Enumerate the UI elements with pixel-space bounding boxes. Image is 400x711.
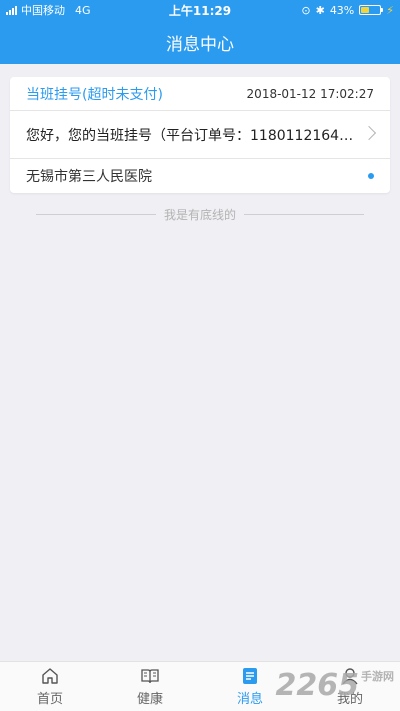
book-icon: [141, 669, 159, 684]
unread-dot-icon: [368, 173, 374, 179]
battery-percent: 43%: [329, 3, 355, 17]
tab-health[interactable]: 健康: [100, 662, 200, 711]
page-title: 消息中心: [166, 34, 234, 55]
message-card[interactable]: 当班挂号(超时未支付) 2018-01-12 17:02:27 您好，您的当班挂…: [10, 77, 390, 193]
rotation-lock-icon: ⊙: [301, 3, 311, 17]
watermark-logo: 2265 手游网: [276, 668, 395, 703]
watermark-site: 手游网: [361, 670, 394, 683]
message-title: 当班挂号(超时未支付): [26, 86, 163, 103]
status-left: 中国移动 4G: [6, 2, 156, 18]
status-bar: 中国移动 4G 上午11:29 ⊙ ✱ 43% ⚡: [0, 0, 400, 20]
tab-label: 健康: [136, 692, 163, 707]
end-of-list-text: 我是有底线的: [164, 207, 237, 222]
watermark-number: 2265: [275, 668, 360, 703]
message-footer: 无锡市第三人民医院: [10, 159, 390, 193]
chevron-right-icon: [361, 125, 377, 141]
tab-home[interactable]: 首页: [0, 662, 100, 711]
message-icon: [243, 668, 257, 684]
divider-line-right: [244, 213, 365, 215]
message-time: 2018-01-12 17:02:27: [246, 86, 374, 101]
battery-fill: [361, 7, 369, 13]
end-of-list-divider: 我是有底线的: [36, 205, 365, 223]
message-body-row[interactable]: 您好，您的当班挂号（平台订单号：1180112164837...: [10, 111, 390, 159]
status-right: ⊙ ✱ 43% ⚡: [244, 4, 394, 17]
network-label: 4G: [75, 3, 91, 17]
tab-label: 消息: [236, 692, 263, 707]
tab-label: 首页: [36, 692, 63, 707]
bluetooth-icon: ✱: [315, 3, 325, 17]
hospital-name: 无锡市第三人民医院: [26, 169, 152, 185]
carrier-label: 中国移动: [21, 4, 65, 17]
divider-line-left: [36, 213, 156, 215]
signal-icon: [6, 5, 17, 15]
charging-icon: ⚡: [386, 3, 394, 17]
home-icon: [42, 668, 58, 684]
message-header: 当班挂号(超时未支付) 2018-01-12 17:02:27: [10, 77, 390, 111]
nav-bar: 消息中心: [0, 20, 400, 64]
message-body: 您好，您的当班挂号（平台订单号：1180112164837...: [26, 127, 356, 144]
clock: 上午11:29: [168, 3, 232, 18]
battery-icon: [359, 5, 384, 15]
